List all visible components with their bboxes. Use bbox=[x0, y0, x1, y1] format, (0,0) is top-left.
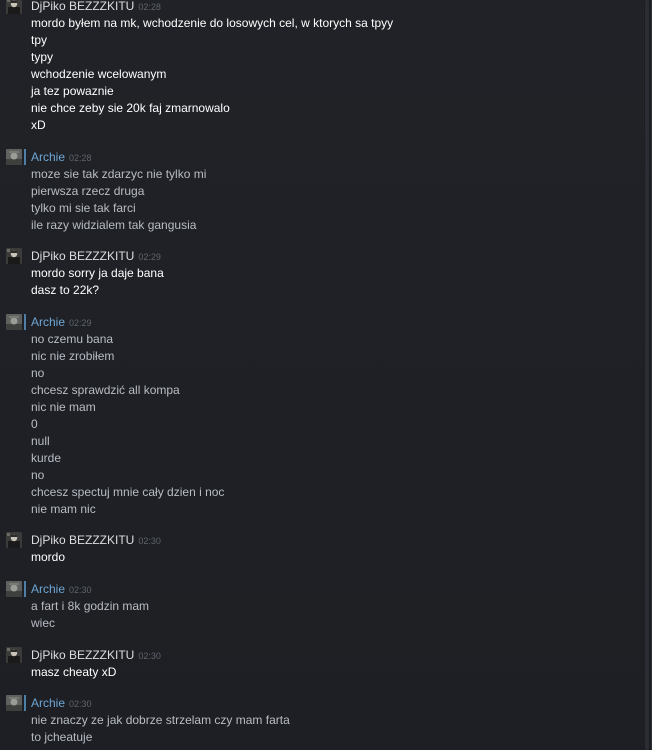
message-line: to jcheatuje bbox=[31, 730, 93, 744]
message-timestamp: 02:28 bbox=[138, 2, 161, 12]
message-header: DjPiko BEZZZKITU 02:30 bbox=[31, 532, 161, 548]
message-line: mordo sorry ja daje bana bbox=[31, 266, 164, 280]
message-header: DjPiko BEZZZKITU 02:29 bbox=[31, 248, 161, 264]
chat-window: DjPiko BEZZZKITU 02:28 mordo byłem na mk,… bbox=[0, 0, 652, 750]
message-line: wiec bbox=[31, 616, 56, 630]
user-avatar-archie[interactable] bbox=[6, 149, 22, 165]
message-line: typy bbox=[31, 50, 54, 64]
friend-status-bar bbox=[24, 149, 26, 165]
message-line: nie znaczy ze jak dobrze strzelam czy ma… bbox=[31, 713, 290, 727]
user-avatar-djpiko[interactable] bbox=[6, 647, 22, 663]
sender-name[interactable]: Archie bbox=[31, 582, 65, 596]
scrollbar-thumb[interactable] bbox=[645, 0, 649, 750]
message-timestamp: 02:30 bbox=[138, 536, 161, 546]
message-line: chcesz spectuj mnie cały dzien i noc bbox=[31, 485, 225, 499]
sender-name[interactable]: DjPiko BEZZZKITU bbox=[31, 648, 134, 662]
message-line: no bbox=[31, 366, 45, 380]
sender-name[interactable]: Archie bbox=[31, 150, 65, 164]
message-line: null bbox=[31, 434, 50, 448]
message-header: DjPiko BEZZZKITU 02:30 bbox=[31, 647, 161, 663]
sender-name[interactable]: Archie bbox=[31, 315, 65, 329]
friend-status-bar bbox=[24, 695, 26, 711]
sender-name[interactable]: DjPiko BEZZZKITU bbox=[31, 249, 134, 263]
message-line: no bbox=[31, 468, 45, 482]
user-avatar-djpiko[interactable] bbox=[6, 0, 22, 14]
message-timestamp: 02:29 bbox=[138, 252, 161, 262]
sender-name[interactable]: DjPiko BEZZZKITU bbox=[31, 0, 134, 13]
message-line: pierwsza rzecz druga bbox=[31, 184, 145, 198]
message-line: wchodzenie wcelowanym bbox=[31, 67, 167, 81]
message-line: xD bbox=[31, 118, 46, 132]
message-line: tylko mi sie tak farci bbox=[31, 201, 136, 215]
message-line: nic nie zrobiłem bbox=[31, 349, 115, 363]
message-header: Archie 02:30 bbox=[31, 581, 92, 597]
friend-status-bar bbox=[24, 581, 26, 597]
message-header: Archie 02:30 bbox=[31, 695, 92, 711]
message-line: tpy bbox=[31, 33, 48, 47]
user-avatar-archie[interactable] bbox=[6, 695, 22, 711]
message-header: Archie 02:29 bbox=[31, 314, 92, 330]
message-line: no czemu bana bbox=[31, 332, 114, 346]
message-timestamp: 02:28 bbox=[69, 153, 92, 163]
message-header: Archie 02:28 bbox=[31, 149, 92, 165]
message-line: mordo byłem na mk, wchodzenie do losowyc… bbox=[31, 16, 394, 30]
message-timestamp: 02:30 bbox=[138, 651, 161, 661]
message-line: moze sie tak zdarzyc nie tylko mi bbox=[31, 167, 207, 181]
message-line: masz cheaty xD bbox=[31, 665, 117, 679]
sender-name[interactable]: DjPiko BEZZZKITU bbox=[31, 533, 134, 547]
message-timestamp: 02:29 bbox=[69, 318, 92, 328]
message-line: mordo bbox=[31, 550, 66, 564]
friend-status-bar bbox=[24, 314, 26, 330]
message-timestamp: 02:30 bbox=[69, 699, 92, 709]
user-avatar-archie[interactable] bbox=[6, 581, 22, 597]
message-line: chcesz sprawdzić all kompa bbox=[31, 383, 180, 397]
user-avatar-archie[interactable] bbox=[6, 314, 22, 330]
message-line: ja tez powaznie bbox=[31, 84, 114, 98]
message-line: dasz to 22k? bbox=[31, 283, 100, 297]
message-line: 0 bbox=[31, 417, 38, 431]
message-line: kurde bbox=[31, 451, 62, 465]
message-line: ile razy widzialem tak gangusia bbox=[31, 218, 197, 232]
message-line: a fart i 8k godzin mam bbox=[31, 599, 150, 613]
user-avatar-djpiko[interactable] bbox=[6, 532, 22, 548]
chat-scrollbar[interactable] bbox=[644, 0, 650, 750]
sender-name[interactable]: Archie bbox=[31, 696, 65, 710]
message-line: nie mam nic bbox=[31, 502, 96, 516]
user-avatar-djpiko[interactable] bbox=[6, 248, 22, 264]
message-timestamp: 02:30 bbox=[69, 585, 92, 595]
message-line: nie chce zeby sie 20k faj zmarnowalo bbox=[31, 101, 230, 115]
message-header: DjPiko BEZZZKITU 02:28 bbox=[31, 0, 161, 14]
message-line: nic nie mam bbox=[31, 400, 96, 414]
